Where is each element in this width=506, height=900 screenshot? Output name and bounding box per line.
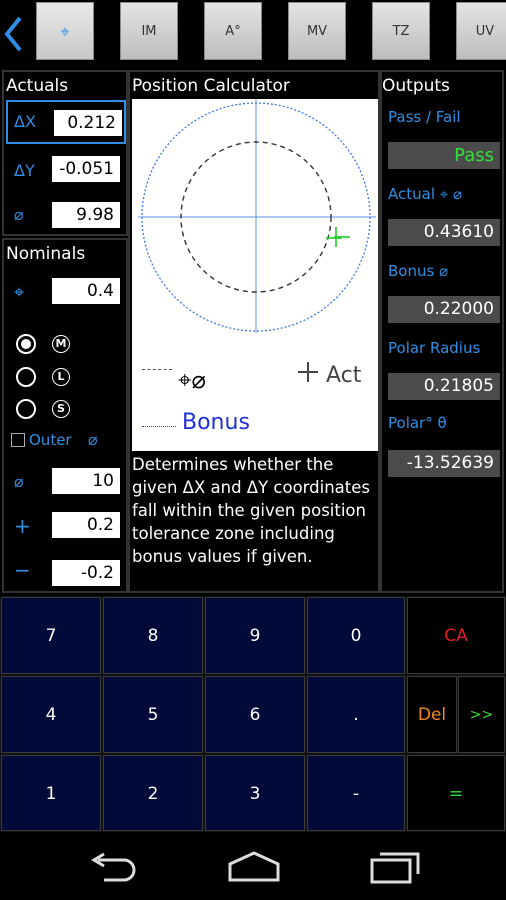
outputs-panel: Outputs Pass / Fail Pass Actual ⌖ ⌀ 0.43…	[380, 70, 504, 593]
rfs-radio[interactable]	[16, 399, 36, 419]
toolbar-mv-button[interactable]: MV	[288, 2, 346, 60]
minus-tolerance-input[interactable]: -0.2	[52, 560, 120, 586]
plus-tolerance-input[interactable]: 0.2	[52, 512, 120, 538]
key-decimal[interactable]: .	[307, 676, 405, 753]
nominal-diameter-input[interactable]: 10	[52, 468, 120, 494]
key-1[interactable]: 1	[1, 755, 101, 831]
actual-position-label: Actual ⌖ ⌀	[388, 185, 463, 203]
actual-position-value: 0.43610	[388, 219, 500, 246]
toolbar-position-button[interactable]: ⌖	[36, 2, 94, 60]
nav-home-icon[interactable]	[226, 850, 282, 882]
nominals-panel: Nominals ⌖ 0.4 M L S Outer ⌀ ⌀ 10 + 0.2 …	[2, 238, 128, 593]
keypad: 7 8 9 0 CA 4 5 6 . Del >> 1 2 3 - =	[0, 596, 506, 832]
outer-label: Outer	[29, 431, 72, 449]
outer-diameter-icon: ⌀	[88, 430, 98, 449]
rfs-modifier-icon: S	[52, 400, 70, 418]
bonus-legend-line	[142, 426, 176, 427]
outer-diameter-checkbox[interactable]	[11, 433, 25, 447]
position-tolerance-icon: ⌖	[14, 282, 25, 303]
toolbar-uv-button[interactable]: UV	[456, 2, 506, 60]
mmc-modifier-icon: M	[52, 335, 70, 353]
android-nav-bar	[0, 832, 506, 900]
nav-back-icon[interactable]	[86, 852, 138, 882]
lmc-radio[interactable]	[16, 367, 36, 387]
dx-row[interactable]: ΔX 0.212	[6, 100, 126, 144]
clear-all-button[interactable]: CA	[407, 597, 505, 674]
position-calculator-panel: Position Calculator ⌖⌀ Act Bonus Determi…	[128, 70, 380, 593]
toolbar-tz-button[interactable]: TZ	[372, 2, 430, 60]
outputs-title: Outputs	[382, 76, 450, 96]
minus-tolerance-label: −	[14, 558, 31, 582]
bonus-legend-label: Bonus	[182, 410, 250, 435]
bonus-value: 0.22000	[388, 296, 500, 323]
dy-input[interactable]: -0.051	[52, 156, 120, 182]
nav-recents-icon[interactable]	[368, 850, 424, 884]
back-chevron-icon[interactable]	[2, 12, 26, 56]
actual-legend-plus-icon	[298, 362, 318, 382]
actuals-panel: Actuals ΔX 0.212 ΔY -0.051 ⌀ 9.98	[2, 70, 128, 236]
dy-label: ΔY	[14, 161, 35, 180]
key-3[interactable]: 3	[205, 755, 305, 831]
key-7[interactable]: 7	[1, 597, 101, 674]
lmc-modifier-icon: L	[52, 368, 70, 386]
toolbar-angle-button[interactable]: A°	[204, 2, 262, 60]
polar-radius-label: Polar Radius	[388, 339, 481, 357]
polar-angle-value: -13.52639	[388, 450, 500, 477]
bonus-label: Bonus ⌀	[388, 262, 449, 280]
mmc-radio[interactable]	[16, 334, 36, 354]
key-6[interactable]: 6	[205, 676, 305, 753]
key-9[interactable]: 9	[205, 597, 305, 674]
pass-fail-label: Pass / Fail	[388, 108, 461, 126]
equals-button[interactable]: =	[407, 755, 505, 831]
delete-button[interactable]: Del	[407, 676, 457, 753]
dx-input[interactable]: 0.212	[54, 110, 122, 136]
actual-diameter-input[interactable]: 9.98	[52, 202, 120, 228]
key-5[interactable]: 5	[103, 676, 203, 753]
actuals-title: Actuals	[6, 76, 69, 96]
plus-tolerance-label: +	[14, 514, 31, 538]
calculator-title: Position Calculator	[132, 76, 290, 96]
next-field-button[interactable]: >>	[458, 676, 505, 753]
top-toolbar: ⌖ IM A° MV TZ UV	[0, 0, 506, 68]
nominals-title: Nominals	[6, 244, 86, 264]
actual-diameter-label: ⌀	[14, 205, 24, 224]
tolerance-legend-icon: ⌖⌀	[178, 366, 206, 394]
key-2[interactable]: 2	[103, 755, 203, 831]
key-4[interactable]: 4	[1, 676, 101, 753]
tolerance-zone-svg	[138, 99, 376, 333]
actual-legend-label: Act	[326, 363, 362, 388]
key-minus[interactable]: -	[307, 755, 405, 831]
position-tolerance-input[interactable]: 0.4	[52, 278, 120, 304]
key-8[interactable]: 8	[103, 597, 203, 674]
tolerance-legend-line	[142, 369, 172, 370]
key-0[interactable]: 0	[307, 597, 405, 674]
dx-label: ΔX	[14, 112, 36, 131]
pass-fail-value: Pass	[388, 142, 500, 169]
toolbar-im-button[interactable]: IM	[120, 2, 178, 60]
nominal-diameter-label: ⌀	[14, 472, 24, 491]
polar-radius-value: 0.21805	[388, 373, 500, 400]
tolerance-zone-diagram: ⌖⌀ Act Bonus	[132, 99, 378, 451]
calculator-description: Determines whether the given ΔX and ΔY c…	[132, 455, 371, 566]
polar-angle-label: Polar° θ	[388, 414, 447, 432]
